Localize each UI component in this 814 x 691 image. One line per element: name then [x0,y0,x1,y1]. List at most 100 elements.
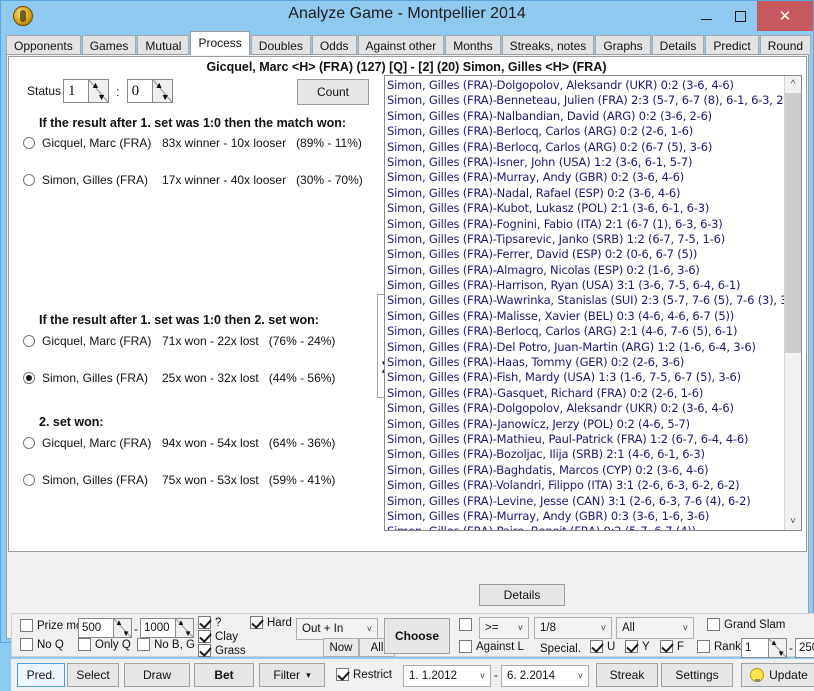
no-q-checkbox[interactable] [20,638,33,651]
tab-games[interactable]: Games [81,35,137,55]
surface-hard-filter[interactable]: Hard [250,616,292,629]
radio-button[interactable] [23,437,35,449]
streak-button[interactable]: Streak [596,663,658,687]
radio-row-g3-p2[interactable]: Simon, Gilles (FRA) 75x won - 53x lost (… [23,473,335,487]
restrict-filter[interactable]: Restrict [336,668,392,681]
only-q-filter[interactable]: Only Q [78,638,131,651]
match-list-row[interactable]: Simon, Gilles (FRA)-Kubot, Lukasz (POL) … [387,201,784,216]
radio-button[interactable] [23,137,35,149]
status-left-spin-buttons[interactable]: ▲ ▼ [88,80,109,102]
match-list-row[interactable]: Simon, Gilles (FRA)-Almagro, Nicolas (ES… [387,263,784,278]
date-to-input[interactable]: 6. 2.2014 ˅ [501,665,589,687]
surface-grass-filter[interactable]: Grass [198,644,246,657]
match-list-row[interactable]: Simon, Gilles (FRA)-Nadal, Rafael (ESP) … [387,186,784,201]
tab-details[interactable]: Details [651,35,705,55]
venue-select[interactable]: Out + In ˅ [296,618,378,640]
match-list-row[interactable]: Simon, Gilles (FRA)-Isner, John (USA) 1:… [387,155,784,170]
match-list-scrollbar[interactable]: ^ ˅ [784,76,801,530]
match-list-row[interactable]: Simon, Gilles (FRA)-Berlocq, Carlos (ARG… [387,324,784,339]
match-list-row[interactable]: Simon, Gilles (FRA)-Del Potro, Juan-Mart… [387,340,784,355]
close-button[interactable]: ✕ [757,1,813,31]
surface-grass-checkbox[interactable] [198,644,211,657]
status-right-stepper[interactable]: 0 ▲ ▼ [126,79,173,103]
rank-min-stepper[interactable]: 1 ▲ ▼ [741,638,787,658]
match-list-row[interactable]: Simon, Gilles (FRA)-Berlocq, Carlos (ARG… [387,124,784,139]
match-list-row[interactable]: Simon, Gilles (FRA)-Mathieu, Paul-Patric… [387,432,784,447]
draw-button[interactable]: Draw [124,663,190,687]
radio-row-g1-p1[interactable]: Gicquel, Marc (FRA) 83x winner - 10x loo… [23,136,362,150]
prize-max-stepper[interactable]: 1000 ▲ ▼ [140,618,194,638]
prize-money-checkbox[interactable] [20,619,33,632]
match-list-row[interactable]: Simon, Gilles (FRA)-Benneteau, Julien (F… [387,93,784,108]
rank-checkbox[interactable] [697,640,710,653]
restrict-checkbox[interactable] [336,668,349,681]
status-left-stepper[interactable]: 1 ▲ ▼ [63,79,110,103]
tab-opponents[interactable]: Opponents [6,35,81,55]
radio-row-g2-p2[interactable]: Simon, Gilles (FRA) 25x won - 32x lost (… [23,371,335,385]
rank-min-spin-buttons[interactable]: ▲ ▼ [768,638,786,658]
match-list-row[interactable]: Simon, Gilles (FRA)-Tipsarevic, Janko (S… [387,232,784,247]
status-right-spin-buttons[interactable]: ▲ ▼ [151,80,172,102]
chevron-down-icon[interactable]: ˅ [785,513,801,530]
radio-row-g2-p1[interactable]: Gicquel, Marc (FRA) 71x won - 22x lost (… [23,334,335,348]
match-list-row[interactable]: Simon, Gilles (FRA)-Murray, Andy (GBR) 0… [387,170,784,185]
choose-button[interactable]: Choose [384,618,450,654]
count-button[interactable]: Count [297,79,369,105]
pred-button[interactable]: Pred. [17,663,65,687]
round-select[interactable]: 1/8 ˅ [534,617,612,639]
scrollbar-thumb[interactable] [785,93,801,353]
grand-slam-checkbox[interactable] [707,618,720,631]
match-list-row[interactable]: Simon, Gilles (FRA)-Fish, Mardy (USA) 1:… [387,370,784,385]
surface-clay-filter[interactable]: Clay [198,630,238,643]
maximize-button[interactable] [723,1,757,31]
chevron-up-icon[interactable]: ^ [785,76,801,93]
against-l-checkbox[interactable] [459,640,472,653]
prize-min-spin-buttons[interactable]: ▲ ▼ [113,618,131,638]
update-button[interactable]: Update [741,663,814,687]
match-list-row[interactable]: Simon, Gilles (FRA)-Paire, Benoit (FRA) … [387,524,784,530]
special-f-filter[interactable]: F [660,640,684,653]
prize-max-spin-buttons[interactable]: ▲ ▼ [175,618,193,638]
match-list-row[interactable]: Simon, Gilles (FRA)-Volandri, Filippo (I… [387,478,784,493]
match-list-row[interactable]: Simon, Gilles (FRA)-Gasquet, Richard (FR… [387,386,784,401]
radio-row-g1-p2[interactable]: Simon, Gilles (FRA) 17x winner - 40x loo… [23,173,363,187]
match-list-row[interactable]: Simon, Gilles (FRA)-Levine, Jesse (CAN) … [387,494,784,509]
tab-streaks-notes[interactable]: Streaks, notes [501,35,595,55]
compare-checkbox[interactable] [459,618,472,631]
match-list-row[interactable]: Simon, Gilles (FRA)-Baghdatis, Marcos (C… [387,463,784,478]
match-list-row[interactable]: Simon, Gilles (FRA)-Fognini, Fabio (ITA)… [387,217,784,232]
grand-slam-filter[interactable]: Grand Slam [707,618,785,631]
special-y-checkbox[interactable] [625,640,638,653]
tab-months[interactable]: Months [445,35,501,55]
match-list-row[interactable]: Simon, Gilles (FRA)-Haas, Tommy (GER) 0:… [387,355,784,370]
rank-max-stepper[interactable]: 250 ▲▼ [795,638,814,658]
special-y-filter[interactable]: Y [625,640,650,653]
match-list-row[interactable]: Simon, Gilles (FRA)-Bozoljac, Ilija (SRB… [387,447,784,462]
compare-operator-select[interactable]: >= ˅ [479,617,529,639]
radio-button[interactable] [23,372,35,384]
surface-clay-checkbox[interactable] [198,630,211,643]
tab-round[interactable]: Round [759,35,812,55]
match-list-row[interactable]: Simon, Gilles (FRA)-Harrison, Ryan (USA)… [387,278,784,293]
no-q-filter[interactable]: No Q [20,638,64,651]
special-f-checkbox[interactable] [660,640,673,653]
tab-odds[interactable]: Odds [311,35,357,55]
prize-money-filter[interactable]: Prize mo [20,619,82,632]
now-button[interactable]: Now [323,638,359,657]
prize-min-stepper[interactable]: 500 ▲ ▼ [78,618,132,638]
radio-button[interactable] [23,474,35,486]
match-list-row[interactable]: Simon, Gilles (FRA)-Janowicz, Jerzy (POL… [387,417,784,432]
surface-unknown-filter[interactable]: ? [198,616,221,629]
special-u-checkbox[interactable] [590,640,603,653]
match-list-row[interactable]: Simon, Gilles (FRA)-Ferrer, David (ESP) … [387,247,784,262]
tab-mutual[interactable]: Mutual [137,35,190,55]
tab-process[interactable]: Process [190,31,250,55]
date-from-input[interactable]: 1. 1.2012 ˅ [403,665,491,687]
tab-against-other[interactable]: Against other [357,35,445,55]
bet-button[interactable]: Bet [194,663,254,687]
surface-hard-checkbox[interactable] [250,616,263,629]
no-bg-checkbox[interactable] [137,638,150,651]
match-list-row[interactable]: Simon, Gilles (FRA)-Malisse, Xavier (BEL… [387,309,784,324]
radio-button[interactable] [23,335,35,347]
rank-filter[interactable]: Rank. [697,640,744,653]
